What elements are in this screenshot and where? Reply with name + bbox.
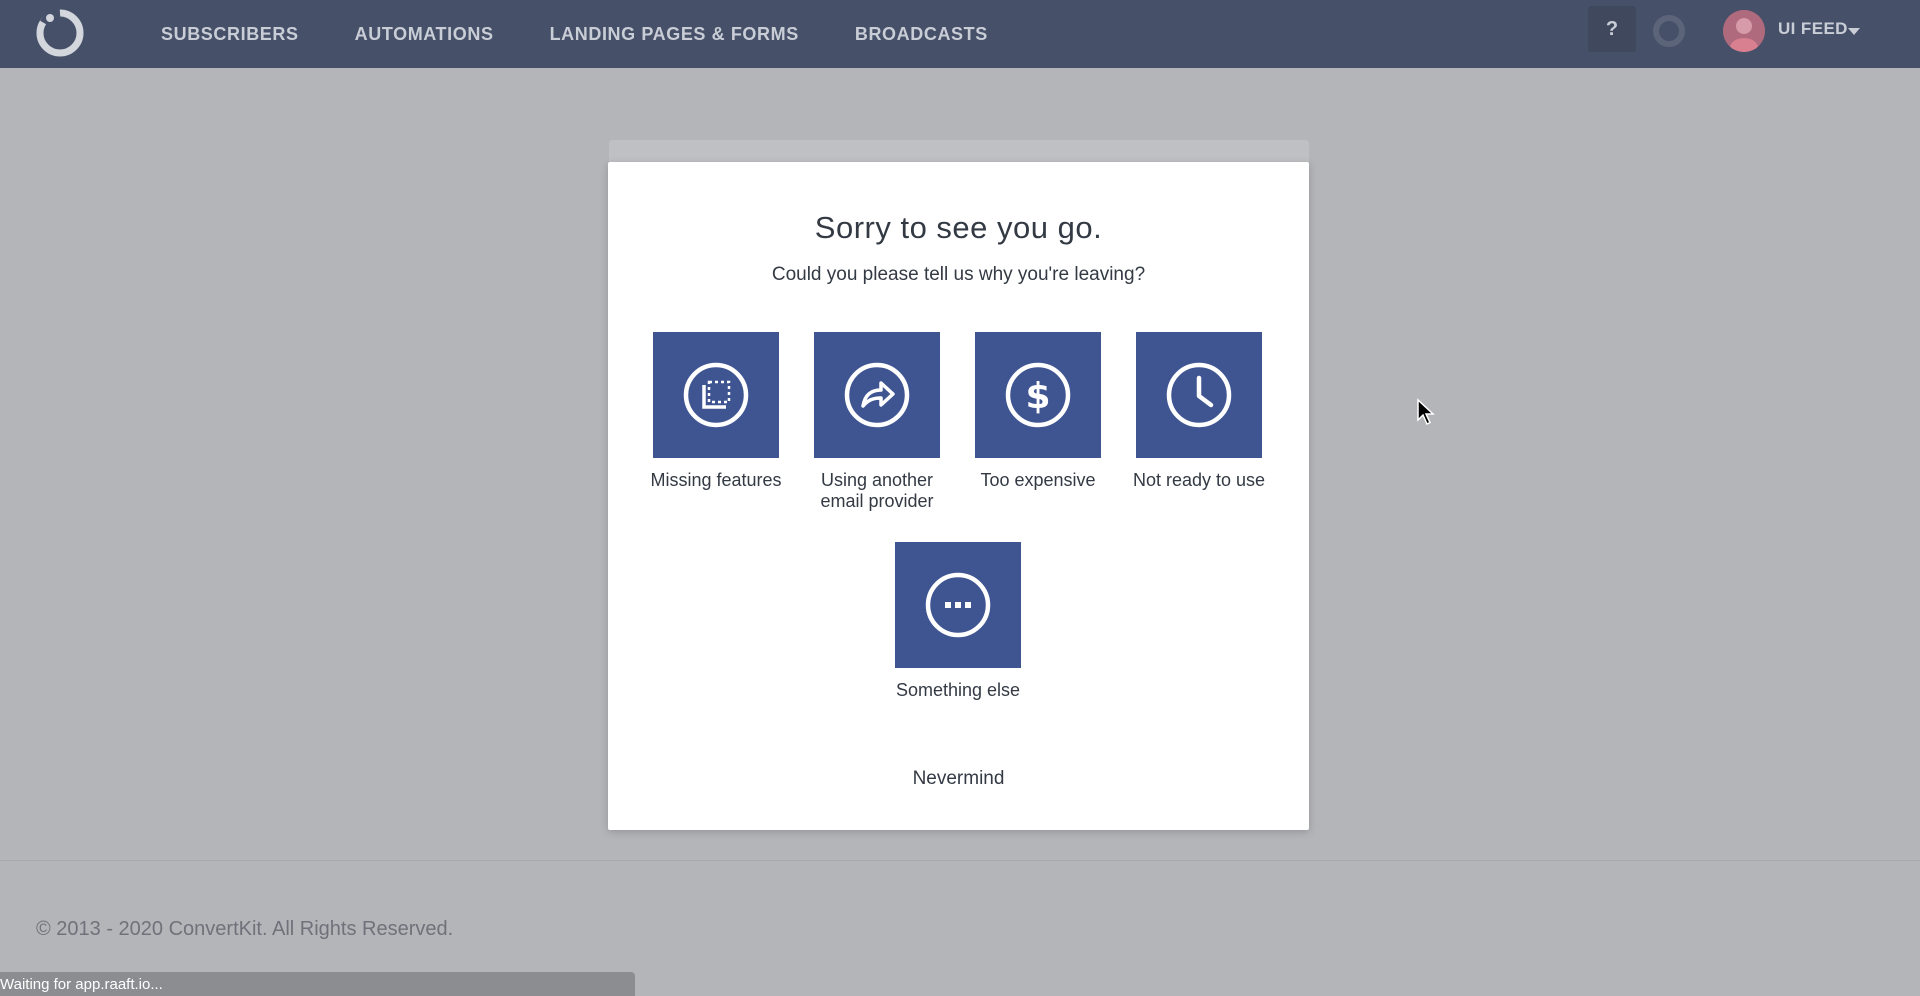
nav-link-broadcasts[interactable]: BROADCASTS [855,24,988,45]
dollar-icon: $ [1005,362,1071,428]
top-navigation: SUBSCRIBERS AUTOMATIONS LANDING PAGES & … [0,0,1920,68]
option-label: Using another email provider [820,470,934,511]
svg-text:$: $ [1025,376,1050,417]
mouse-cursor-icon [1417,398,1435,426]
nav-links: SUBSCRIBERS AUTOMATIONS LANDING PAGES & … [161,0,988,68]
modal-header-strip [609,140,1309,162]
clock-icon [1166,362,1232,428]
option-another-provider[interactable]: Using another email provider [807,332,947,512]
browser-status-bar: Waiting for app.raaft.io... [0,972,635,996]
loading-ring-icon [1653,15,1685,47]
nav-link-subscribers[interactable]: SUBSCRIBERS [161,24,299,45]
option-label: Missing features [650,470,782,490]
option-tile[interactable] [895,542,1021,668]
nevermind-link[interactable]: Nevermind [608,768,1309,790]
option-tile[interactable] [814,332,940,458]
option-tile[interactable]: $ [975,332,1101,458]
missing-features-icon [683,362,749,428]
option-not-ready[interactable]: Not ready to use [1129,332,1269,491]
copyright-text: © 2013 - 2020 ConvertKit. All Rights Res… [36,918,454,940]
option-label: Too expensive [980,470,1096,490]
ellipsis-icon [925,572,991,638]
avatar[interactable] [1723,10,1765,52]
modal-subtitle: Could you please tell us why you're leav… [771,264,1146,285]
convertkit-logo-icon[interactable] [34,7,86,59]
share-arrow-icon [844,362,910,428]
status-text: Waiting for app.raaft.io... [0,976,163,993]
option-tile[interactable] [1136,332,1262,458]
nav-link-automations[interactable]: AUTOMATIONS [355,24,494,45]
option-tile[interactable] [653,332,779,458]
option-too-expensive[interactable]: $ Too expensive [968,332,1108,491]
nav-link-landing-pages-forms[interactable]: LANDING PAGES & FORMS [550,24,799,45]
option-missing-features[interactable]: Missing features [646,332,786,491]
chevron-down-icon[interactable] [1848,28,1860,35]
option-label: Something else [895,680,1021,700]
modal-title: Sorry to see you go. [814,210,1103,245]
help-label: ? [1605,17,1619,40]
user-menu-label[interactable]: UI FEED [1778,19,1848,39]
cancel-survey-modal: Sorry to see you go. Could you please te… [608,162,1309,830]
option-something-else[interactable]: Something else [888,542,1028,701]
help-button[interactable]: ? [1588,6,1636,52]
footer-divider [0,860,1920,861]
option-label: Not ready to use [1132,470,1266,490]
user-avatar-icon [1723,10,1765,52]
